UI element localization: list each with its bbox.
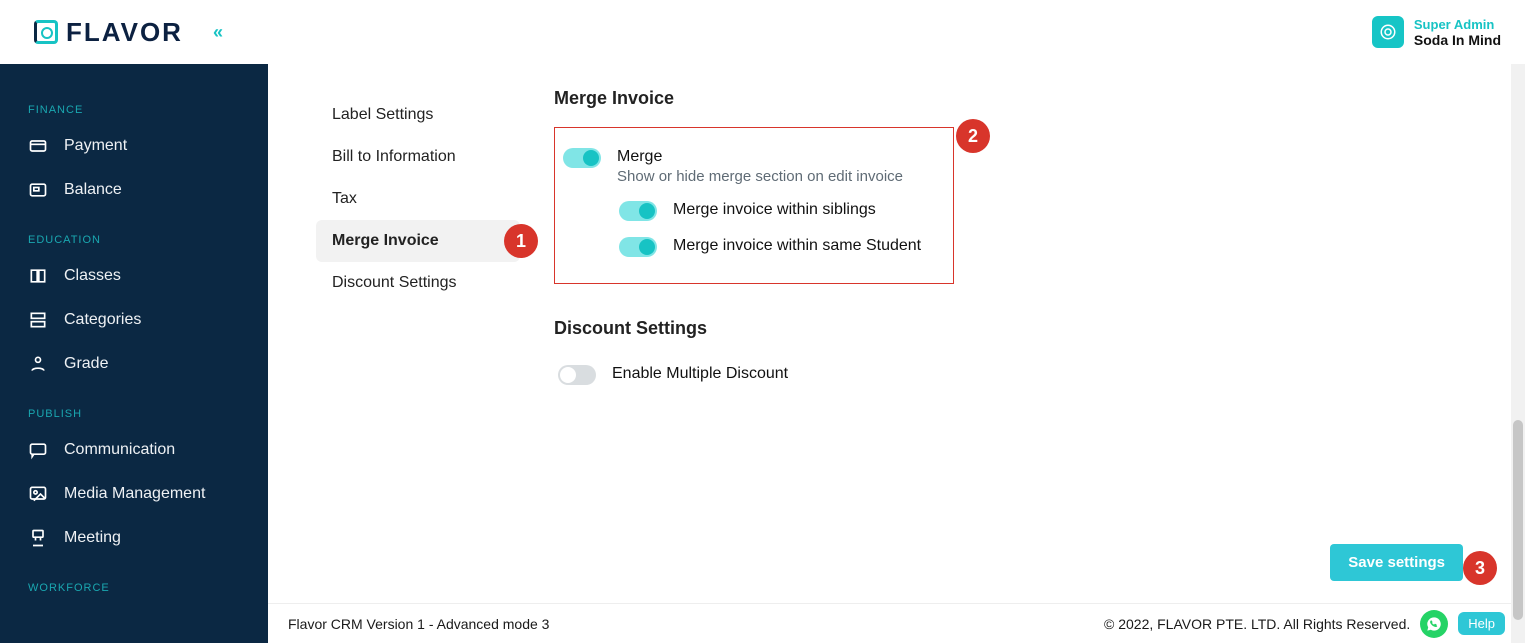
sidebar-item-label: Categories xyxy=(64,311,141,329)
enable-multiple-discount-label: Enable Multiple Discount xyxy=(612,365,788,383)
sidebar-item-balance[interactable]: Balance xyxy=(0,168,268,212)
merge-siblings-toggle[interactable] xyxy=(619,201,657,221)
sidebar-item-label: Grade xyxy=(64,355,108,373)
enable-multiple-discount-toggle[interactable] xyxy=(558,365,596,385)
sidebar-item-grade[interactable]: Grade xyxy=(0,342,268,386)
subnav-tax[interactable]: Tax xyxy=(316,178,520,220)
footer-copyright: © 2022, FLAVOR PTE. LTD. All Rights Rese… xyxy=(1104,616,1410,632)
avatar-icon xyxy=(1372,16,1404,48)
sidebar-item-classes[interactable]: Classes xyxy=(0,254,268,298)
merge-invoice-title: Merge Invoice xyxy=(554,88,1463,109)
settings-content: Merge Invoice 2 Merge Show or hide merge… xyxy=(542,64,1499,603)
sidebar-item-label: Balance xyxy=(64,181,122,199)
subnav-label-settings[interactable]: Label Settings xyxy=(316,94,520,136)
sidebar-item-label: Classes xyxy=(64,267,121,285)
grade-icon xyxy=(28,354,48,374)
sidebar-item-communication[interactable]: Communication xyxy=(0,428,268,472)
merge-same-student-toggle[interactable] xyxy=(619,237,657,257)
chat-icon xyxy=(28,440,48,460)
sidebar-item-label: Payment xyxy=(64,137,127,155)
subnav-discount-settings[interactable]: Discount Settings xyxy=(316,262,520,304)
sidebar-item-label: Communication xyxy=(64,441,175,459)
main-content: Label Settings Bill to Information Tax M… xyxy=(268,64,1525,603)
annotation-badge-1: 1 xyxy=(504,224,538,258)
book-icon xyxy=(28,266,48,286)
merge-toggle-label: Merge xyxy=(617,148,903,166)
meeting-icon xyxy=(28,528,48,548)
brand-logo[interactable]: FLAVOR xyxy=(34,17,183,48)
sidebar-item-label: Media Management xyxy=(64,485,205,503)
discount-settings-title: Discount Settings xyxy=(554,318,1463,339)
user-name: Soda In Mind xyxy=(1414,32,1501,48)
logo-icon xyxy=(34,20,58,44)
merge-same-student-label: Merge invoice within same Student xyxy=(673,237,921,255)
nav-section-workforce: WORKFORCE xyxy=(0,574,268,602)
merge-toggle[interactable] xyxy=(563,148,601,168)
footer-version: Flavor CRM Version 1 - Advanced mode 3 xyxy=(288,616,549,632)
settings-subnav: Label Settings Bill to Information Tax M… xyxy=(294,64,542,603)
sidebar-item-categories[interactable]: Categories xyxy=(0,298,268,342)
nav-section-finance: FINANCE xyxy=(0,96,268,124)
subnav-item-label: Merge Invoice xyxy=(332,232,439,249)
folder-icon xyxy=(28,310,48,330)
media-icon xyxy=(28,484,48,504)
app-header: FLAVOR « Super Admin Soda In Mind xyxy=(0,0,1525,64)
sidebar-item-payment[interactable]: Payment xyxy=(0,124,268,168)
whatsapp-icon[interactable] xyxy=(1420,610,1448,638)
annotation-badge-2: 2 xyxy=(956,119,990,153)
merge-siblings-label: Merge invoice within siblings xyxy=(673,201,876,219)
brand-name: FLAVOR xyxy=(66,17,183,48)
merge-toggle-desc: Show or hide merge section on edit invoi… xyxy=(617,168,903,185)
annotation-badge-3: 3 xyxy=(1463,551,1497,585)
scrollbar[interactable] xyxy=(1511,0,1525,643)
merge-invoice-settings-box: Merge Show or hide merge section on edit… xyxy=(554,127,954,284)
user-menu[interactable]: Super Admin Soda In Mind xyxy=(1372,16,1501,48)
nav-section-publish: PUBLISH xyxy=(0,400,268,428)
sidebar-item-media-management[interactable]: Media Management xyxy=(0,472,268,516)
card-icon xyxy=(28,136,48,156)
subnav-bill-to-info[interactable]: Bill to Information xyxy=(316,136,520,178)
sidebar: FINANCE Payment Balance EDUCATION Classe… xyxy=(0,64,268,643)
help-button[interactable]: Help xyxy=(1458,612,1505,635)
sidebar-collapse-button[interactable]: « xyxy=(213,22,219,43)
wallet-icon xyxy=(28,180,48,200)
footer-bar: Flavor CRM Version 1 - Advanced mode 3 ©… xyxy=(268,603,1525,643)
subnav-merge-invoice[interactable]: Merge Invoice 1 xyxy=(316,220,520,262)
user-role: Super Admin xyxy=(1414,17,1501,32)
sidebar-item-meeting[interactable]: Meeting xyxy=(0,516,268,560)
nav-section-education: EDUCATION xyxy=(0,226,268,254)
save-settings-button[interactable]: Save settings xyxy=(1330,544,1463,581)
sidebar-item-label: Meeting xyxy=(64,529,121,547)
